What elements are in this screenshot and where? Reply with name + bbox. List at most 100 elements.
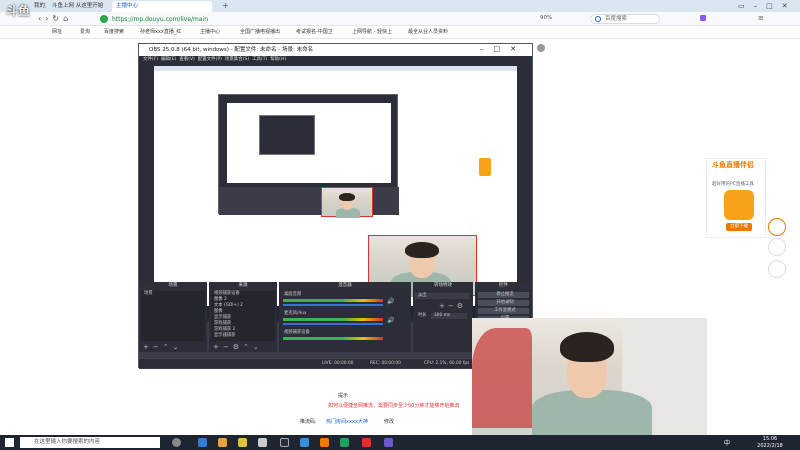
transitions-dock: 转场特效 淡出 +−⚙ 时长 300 ms [413,282,473,352]
start-recording-button[interactable]: 开始录制 [478,300,529,306]
ad-subtitle: 超好用的PC直播工具 [712,182,754,187]
search-icon [595,16,601,22]
mixer-dock-header: 混音器 [279,282,411,289]
secure-icon [100,15,108,23]
studio-mode-button[interactable]: 工作室模式 [478,308,529,314]
menu-file[interactable]: 文件(F) [143,57,158,62]
scene-add-remove-buttons[interactable]: +−⌃⌄ [143,343,182,351]
douyu-watermark: 斗鱼 [6,4,31,18]
home-icon[interactable] [768,238,786,256]
new-tab-button[interactable]: + [222,1,229,10]
menu-help[interactable]: 帮助(H) [270,57,286,62]
prompt-label: 提示 [338,393,349,399]
cortana-icon[interactable] [172,438,181,447]
taskbar-app-icon[interactable] [258,438,267,447]
stop-streaming-button[interactable]: 停止推流 [478,292,529,298]
audio-meter [283,318,383,321]
taskbar-search-input[interactable]: 在这里输入你要搜索的内容 [20,437,160,448]
taskbar-app-icon[interactable] [320,438,329,447]
window-controls[interactable]: ▭–□✕ [738,2,797,10]
notice-text: 如何以便捷全网推流，需要同步至少50分钟才能够开始推流 [328,403,460,409]
taskbar-app-icon[interactable] [384,438,393,447]
volume-slider[interactable] [283,304,383,306]
bookmark-item[interactable]: 主播中心 [200,28,220,37]
tab-streamer-center[interactable]: 主播中心 [112,1,212,12]
menu-scene-collection[interactable]: 场景集合(S) [225,57,249,62]
mixer-channel-label: 桌面音频 [284,292,302,297]
bookmark-item[interactable]: 网址 [52,28,62,37]
push-code-label: 推流码: [300,419,317,425]
captured-obs-nested [259,115,315,155]
source-list: 视频捕获设备 图像 2 文本 (GDI+) 2 图像 显示捕获 游戏捕获 游戏捕… [211,291,275,341]
push-code-link[interactable]: 热门房间xxxx大神 [326,418,368,425]
webcam-overlay [472,318,707,435]
menu-view[interactable]: 查看(V) [179,57,195,62]
menu-icon[interactable]: ≡ [758,14,764,22]
transition-add-remove-buttons[interactable]: +−⚙ [439,302,466,310]
scene-item[interactable]: 场景 [141,291,205,297]
nav-buttons[interactable]: ‹›↻⌂ [38,14,72,23]
duration-label: 时长 [418,313,427,318]
person-hair [560,332,614,362]
obs-title-bar: OBS 25.0.8 (64 bit, windows) - 配置文件: 未命名… [139,44,532,56]
taskbar-app-icon[interactable] [198,438,207,447]
live-status: LIVE: 00:00:00 [322,361,354,366]
scenes-dock-header: 场景 [139,282,207,289]
modify-link[interactable]: 修改 [384,418,394,425]
speaker-icon[interactable]: 🔊 [387,298,394,305]
obs-window-controls[interactable]: –□✕ [480,45,526,53]
sources-dock-header: 来源 [209,282,277,289]
taskbar-app-icon[interactable] [218,438,227,447]
ad-title: 斗鱼直播伴侣 [712,161,754,169]
cpu-status: CPU: 2.1%, 60.00 fps [424,361,470,366]
url-input[interactable]: https://mp.douyu.com/live/main [112,15,492,24]
bookmark-item[interactable]: 最全从业人员资料 [408,28,448,37]
webcam-thumbnail-small [321,187,373,218]
bookmark-item[interactable]: 全国广播电视播出 [240,28,280,37]
menu-tools[interactable]: 工具(T) [252,57,267,62]
bookmark-item[interactable]: 上网导航 - 轻快上 [352,28,392,37]
chair-back [472,328,532,428]
controls-dock-header: 控件 [475,282,532,289]
zoom-level[interactable]: 90% [540,15,552,21]
douyu-logo-icon [724,190,754,220]
clock-date: 2022/2/18 [757,442,783,449]
ime-indicator[interactable]: 中 [724,438,730,447]
sidebar-tool-button[interactable] [768,218,786,236]
menu-profile[interactable]: 配置文件(P) [198,57,222,62]
captured-tabbar [154,66,517,71]
taskbar-app-icon[interactable] [340,438,349,447]
menu-edit[interactable]: 编辑(E) [161,57,176,62]
extension-icon[interactable] [700,15,706,21]
tab-home[interactable]: 我的主页 [30,1,46,12]
bookmark-item[interactable]: 考试报名-中国卫 [296,28,333,37]
source-item[interactable]: 显示器捕获 [211,333,275,339]
scene-list: 场景 [141,291,205,341]
mixer-channel-label: 麦克风/Aux [284,311,307,316]
scenes-dock: 场景 场景 +−⌃⌄ [139,282,207,352]
obs-menu-bar: 文件(F) 编辑(E) 查看(V) 配置文件(P) 场景集合(S) 工具(T) … [139,56,532,64]
bookmark-item[interactable]: 爱淘 [80,28,90,37]
obs-taskbar-icon[interactable] [280,438,289,447]
volume-slider[interactable] [283,323,383,325]
avatar[interactable] [537,44,545,52]
rec-status: REC: 00:00:00 [370,361,401,366]
windows-start-icon[interactable] [5,438,14,447]
taskbar-app-icon[interactable] [362,438,371,447]
duration-input[interactable]: 300 ms [431,313,467,319]
taskbar-app-icon[interactable] [238,438,247,447]
taskbar-app-icon[interactable] [300,438,309,447]
tab-douyu[interactable]: 斗鱼上网 从这里开始 [48,1,103,12]
bookmark-item[interactable]: 百度搜索 [104,28,124,37]
download-button[interactable]: 立即下载 [726,223,752,231]
audio-meter [283,299,383,302]
source-add-remove-buttons[interactable]: +−⚙⌃⌄ [213,343,263,351]
transition-select[interactable]: 淡出 [415,293,469,299]
bookmark-item[interactable]: 孙老师xxx直播_红 [140,28,181,37]
speaker-icon[interactable]: 🔊 [387,317,394,324]
mixer-channel-label: 视频捕获设备 [284,330,310,335]
taskbar-clock[interactable]: 15:06 2022/2/18 [750,436,790,449]
audio-meter [283,337,383,340]
app-icon[interactable] [768,260,786,278]
mixer-dock: 混音器 桌面音频 麦克风/Aux 视频捕获设备 🔊 🔊 [279,282,411,352]
